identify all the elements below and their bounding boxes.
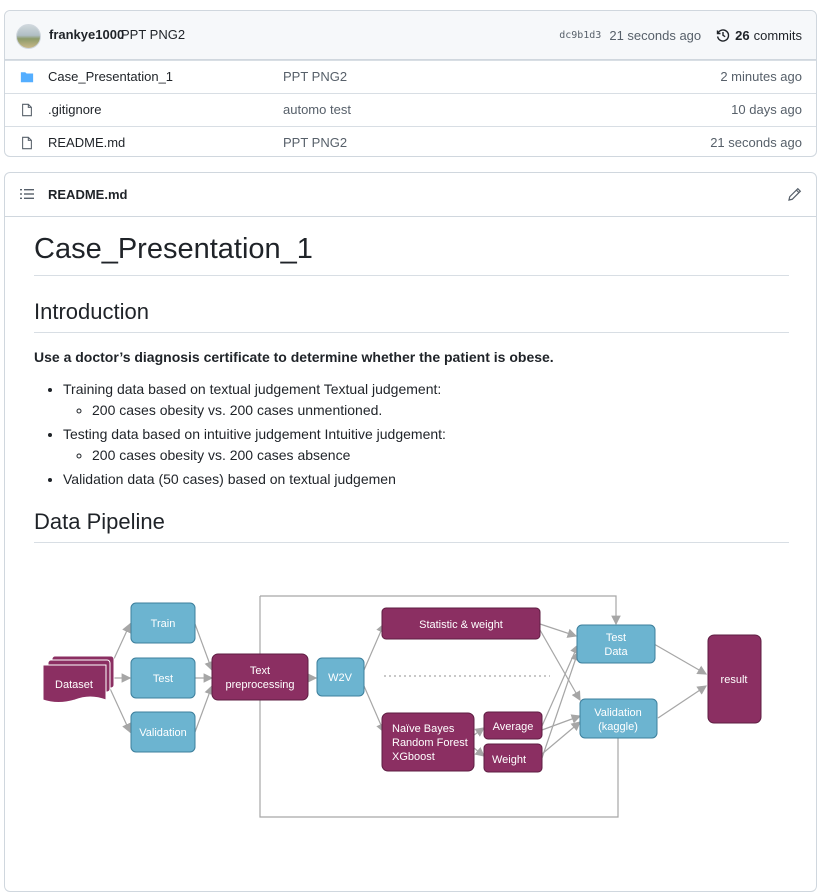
commit-message[interactable]: PPT PNG2 <box>121 27 185 42</box>
file-name[interactable]: Case_Presentation_1 <box>48 69 173 84</box>
file-row[interactable]: Case_Presentation_1 PPT PNG2 2 minutes a… <box>5 60 816 93</box>
average-node: Average <box>483 711 543 740</box>
list-item: Testing data based on intuitive judgemen… <box>63 424 789 466</box>
sub-list-item: 200 cases obesity vs. 200 cases absence <box>92 445 789 466</box>
list-item-text: Training data based on textual judgement… <box>63 381 442 397</box>
list-item: Training data based on textual judgement… <box>63 379 789 421</box>
file-row[interactable]: .gitignore automo test 10 days ago <box>5 93 816 126</box>
commit-count-label: commits <box>753 27 802 43</box>
file-icon <box>22 103 32 117</box>
text-pre-label-2: preprocessing <box>225 679 294 691</box>
commit-sha[interactable]: dc9b1d3 <box>559 30 601 41</box>
file-age: 10 days ago <box>731 102 802 117</box>
average-label: Average <box>493 721 534 733</box>
history-icon <box>716 29 730 42</box>
stat-label: Statistic & weight <box>419 619 503 631</box>
text-pre-label-1: Text <box>250 665 270 677</box>
latest-commit-bar: frankye1000 PPT PNG2 dc9b1d3 21 seconds … <box>5 11 816 60</box>
commit-count: 26 <box>735 27 750 43</box>
file-list: frankye1000 PPT PNG2 dc9b1d3 21 seconds … <box>4 10 817 157</box>
text-preprocessing-node: Text preprocessing <box>211 653 309 701</box>
file-age: 2 minutes ago <box>720 69 802 84</box>
test-data-label-1: Test <box>606 632 626 644</box>
file-commit-message[interactable]: PPT PNG2 <box>283 135 347 150</box>
pipeline-diagram: Dataset Train Test Validation Text prepr… <box>42 595 762 818</box>
outline-list-icon[interactable] <box>20 188 34 200</box>
models-node: Naïve Bayes Random Forest XGboost <box>381 712 475 772</box>
list-item-text: Validation data (50 cases) based on text… <box>63 471 396 487</box>
statistic-weight-node: Statistic & weight <box>381 607 541 640</box>
val-kaggle-label-1: Validation <box>594 707 642 719</box>
commit-age: 21 seconds ago <box>609 27 702 43</box>
dataset-label: Dataset <box>55 679 93 691</box>
file-row[interactable]: README.md PPT PNG2 21 seconds ago <box>5 126 816 159</box>
file-icon <box>22 136 32 150</box>
models-label-1: Naïve Bayes <box>392 723 455 735</box>
result-label: result <box>721 674 748 686</box>
test-data-node: Test Data <box>576 624 656 664</box>
val-kaggle-label-2: (kaggle) <box>598 721 638 733</box>
file-name[interactable]: README.md <box>48 135 125 150</box>
list-item: Validation data (50 cases) based on text… <box>63 469 789 490</box>
w2v-node: W2V <box>316 657 365 697</box>
file-commit-message[interactable]: PPT PNG2 <box>283 69 347 84</box>
readme-h1: Case_Presentation_1 <box>34 217 789 276</box>
validation-node: Validation <box>130 711 196 753</box>
sub-list-item: 200 cases obesity vs. 200 cases unmentio… <box>92 400 789 421</box>
intro-text: Use a doctor’s diagnosis certificate to … <box>34 349 554 365</box>
file-commit-message[interactable]: automo test <box>283 102 351 117</box>
commit-meta: dc9b1d3 21 seconds ago 26 commits <box>559 27 802 43</box>
dataset-node: Dataset <box>42 655 115 703</box>
intro-list: Training data based on textual judgement… <box>34 379 789 490</box>
file-name[interactable]: .gitignore <box>48 102 101 117</box>
models-label-2: Random Forest <box>392 737 468 749</box>
readme-header: README.md <box>5 173 816 217</box>
test-node: Test <box>130 657 196 699</box>
pipeline-heading: Data Pipeline <box>34 508 789 543</box>
file-age: 21 seconds ago <box>710 135 802 150</box>
validation-kaggle-node: Validation (kaggle) <box>579 698 658 739</box>
validation-label: Validation <box>139 727 187 739</box>
commits-link[interactable]: 26 commits <box>715 27 802 43</box>
avatar[interactable] <box>16 24 41 49</box>
w2v-label: W2V <box>328 672 353 684</box>
commit-author[interactable]: frankye1000 <box>49 27 124 42</box>
readme-title[interactable]: README.md <box>48 187 127 202</box>
weight-label: Weight <box>492 754 526 766</box>
train-node: Train <box>130 602 196 644</box>
result-node: result <box>707 634 762 724</box>
folder-icon <box>20 72 34 83</box>
pencil-icon[interactable] <box>787 187 802 202</box>
test-label: Test <box>153 673 173 685</box>
test-data-label-2: Data <box>604 646 628 658</box>
list-item-text: Testing data based on intuitive judgemen… <box>63 426 446 442</box>
weight-node: Weight <box>483 743 543 773</box>
readme-content: Case_Presentation_1 Introduction Use a d… <box>34 217 789 543</box>
train-label: Train <box>151 618 176 630</box>
models-label-3: XGboost <box>392 751 435 763</box>
intro-heading: Introduction <box>34 298 789 333</box>
